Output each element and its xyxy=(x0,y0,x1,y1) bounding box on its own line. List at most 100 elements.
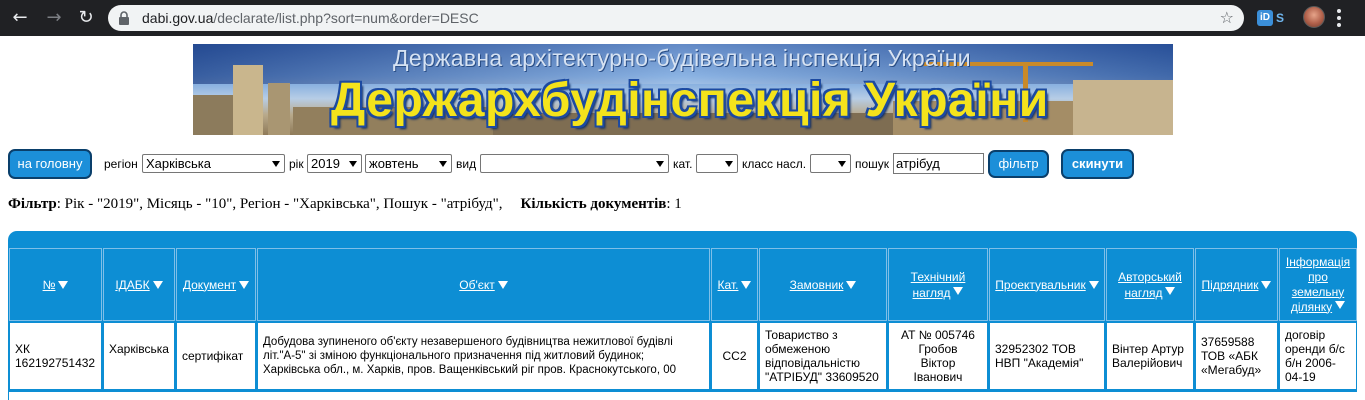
type-select[interactable] xyxy=(480,154,669,173)
chevron-down-icon xyxy=(656,161,664,167)
search-label: пошук xyxy=(855,157,890,171)
cell-idabk: Харківська xyxy=(103,322,175,390)
search-input[interactable]: атрібуд xyxy=(893,153,984,174)
browser-toolbar: ← → ↻ dabi.gov.ua/declarate/list.php?sor… xyxy=(0,0,1365,36)
url-text: dabi.gov.ua/declarate/list.php?sort=num&… xyxy=(142,5,479,31)
sort-desc-icon[interactable] xyxy=(953,286,964,295)
sort-document-link[interactable]: Документ xyxy=(183,278,236,292)
header-land-info[interactable]: Інформація про земельну ділянку xyxy=(1279,248,1357,321)
reload-icon: ↻ xyxy=(78,7,94,28)
cell-object: Добудова зупиненого об'єкту незавершеног… xyxy=(257,322,710,390)
table-footer-strip xyxy=(9,391,1357,400)
sort-author-supervision-link-2[interactable]: нагляд xyxy=(1125,286,1163,300)
num-line: ХК xyxy=(15,342,30,356)
profile-avatar[interactable] xyxy=(1303,6,1325,28)
sort-author-supervision-link[interactable]: Авторський xyxy=(1118,270,1182,284)
sort-tech-supervision-link[interactable]: Технічний xyxy=(911,270,966,284)
customer-line: Товариство з xyxy=(765,328,838,342)
chevron-down-icon xyxy=(272,161,280,167)
tech-line: Віктор xyxy=(920,356,956,370)
header-num[interactable]: № xyxy=(9,248,102,321)
filter-summary: Фільтр: Рік - "2019", Місяць - "10", Рег… xyxy=(8,196,682,213)
filter-summary-text: : Рік - "2019", Місяць - "10", Регіон - … xyxy=(56,196,503,212)
star-outline-icon[interactable]: ☆ xyxy=(1220,6,1234,30)
header-category[interactable]: Кат. xyxy=(711,248,758,321)
tech-line: АТ № 005746 xyxy=(901,328,975,342)
more-menu-icon[interactable] xyxy=(1336,7,1342,29)
header-idabk[interactable]: ІДАБК xyxy=(103,248,175,321)
cell-tech-supervision: АТ № 005746 Гробов Віктор Іванович xyxy=(888,322,988,390)
extension-icon[interactable]: iD xyxy=(1257,10,1273,26)
extension2-icon[interactable]: S xyxy=(1276,10,1292,26)
year-select[interactable]: 2019 xyxy=(307,154,362,173)
sort-category-link[interactable]: Кат. xyxy=(718,278,739,292)
sort-tech-supervision-link-2[interactable]: нагляд xyxy=(913,286,951,300)
object-line: літ."А-5" зі зміною функціонального приз… xyxy=(263,350,645,362)
chevron-down-icon xyxy=(725,161,733,167)
tech-line: Гробов xyxy=(918,342,958,356)
sort-desc-icon[interactable] xyxy=(1261,280,1272,289)
idabk-value: Харківська xyxy=(109,342,169,356)
sort-contractor-link[interactable]: Підрядник xyxy=(1202,278,1259,292)
header-tech-supervision[interactable]: Технічний нагляд xyxy=(888,248,988,321)
reload-button[interactable]: ↻ xyxy=(74,6,98,30)
home-button[interactable]: на головну xyxy=(8,149,92,179)
sort-desc-icon[interactable] xyxy=(1165,286,1176,295)
month-select-value: жовтень xyxy=(369,156,419,171)
contractor-line: «Мегабуд» xyxy=(1201,363,1262,377)
land-line: 04-19 xyxy=(1285,370,1316,384)
contractor-line: ТОВ «АБК xyxy=(1201,349,1259,363)
address-bar[interactable]: dabi.gov.ua/declarate/list.php?sort=num&… xyxy=(108,5,1244,31)
category-select[interactable] xyxy=(696,154,738,173)
cell-contractor: 37659588 ТОВ «АБК «Мегабуд» xyxy=(1195,322,1278,390)
sort-land-info-link-4[interactable]: ділянку xyxy=(1291,300,1332,314)
cell-designer: 32952302 ТОВ НВП "Академія" xyxy=(989,322,1105,390)
cell-document: сертифікат xyxy=(176,322,256,390)
sort-object-link[interactable]: Об'єкт xyxy=(459,278,495,292)
site-banner: Державна архітектурно-будівельна інспекц… xyxy=(193,44,1173,135)
document-count-label: Кількість документів xyxy=(520,196,667,212)
sort-desc-icon[interactable] xyxy=(152,280,163,289)
class-select[interactable] xyxy=(810,154,851,173)
sort-desc-icon[interactable] xyxy=(497,280,508,289)
category-label: кат. xyxy=(673,157,693,171)
num-line: 162192751432 xyxy=(15,356,96,370)
sort-desc-icon[interactable] xyxy=(1335,300,1346,309)
sort-desc-icon[interactable] xyxy=(1088,280,1099,289)
header-object[interactable]: Об'єкт xyxy=(257,248,710,321)
sort-customer-link[interactable]: Замовник xyxy=(790,278,844,292)
filter-button[interactable]: фільтр xyxy=(988,150,1049,178)
header-document[interactable]: Документ xyxy=(176,248,256,321)
object-line: Харківська обл., м. Харків, пров. Ващенк… xyxy=(263,364,677,376)
sort-desc-icon[interactable] xyxy=(741,280,752,289)
chevron-down-icon xyxy=(838,161,846,167)
customer-line: відповідальністю xyxy=(765,356,860,370)
author-line: Вінтер Артур xyxy=(1112,342,1184,356)
sort-land-info-link[interactable]: Інформація xyxy=(1286,255,1350,269)
sort-num-link[interactable]: № xyxy=(43,278,56,292)
region-select[interactable]: Харківська xyxy=(142,154,285,173)
sort-land-info-link-3[interactable]: земельну xyxy=(1292,285,1344,299)
type-label: вид xyxy=(456,157,477,171)
sort-desc-icon[interactable] xyxy=(846,280,857,289)
lock-icon xyxy=(119,11,129,25)
month-select[interactable]: жовтень xyxy=(365,154,452,173)
year-label: рік xyxy=(289,157,304,171)
reset-button[interactable]: скинути xyxy=(1061,149,1134,179)
sort-desc-icon[interactable] xyxy=(239,280,250,289)
arrow-right-icon: → xyxy=(46,7,62,28)
forward-button[interactable]: → xyxy=(42,6,66,30)
sort-desc-icon[interactable] xyxy=(58,280,69,289)
sort-idabk-link[interactable]: ІДАБК xyxy=(115,278,149,292)
back-button[interactable]: ← xyxy=(8,6,32,30)
banner-subtitle: Державна архітектурно-будівельна інспекц… xyxy=(393,45,971,71)
year-select-value: 2019 xyxy=(311,156,340,171)
header-customer[interactable]: Замовник xyxy=(759,248,887,321)
region-label: регіон xyxy=(104,157,138,171)
header-designer[interactable]: Проектувальник xyxy=(989,248,1105,321)
sort-designer-link[interactable]: Проектувальник xyxy=(995,278,1085,292)
land-line: договір xyxy=(1285,328,1326,342)
header-author-supervision[interactable]: Авторський нагляд xyxy=(1106,248,1194,321)
header-contractor[interactable]: Підрядник xyxy=(1195,248,1278,321)
sort-land-info-link-2[interactable]: про xyxy=(1308,270,1328,284)
